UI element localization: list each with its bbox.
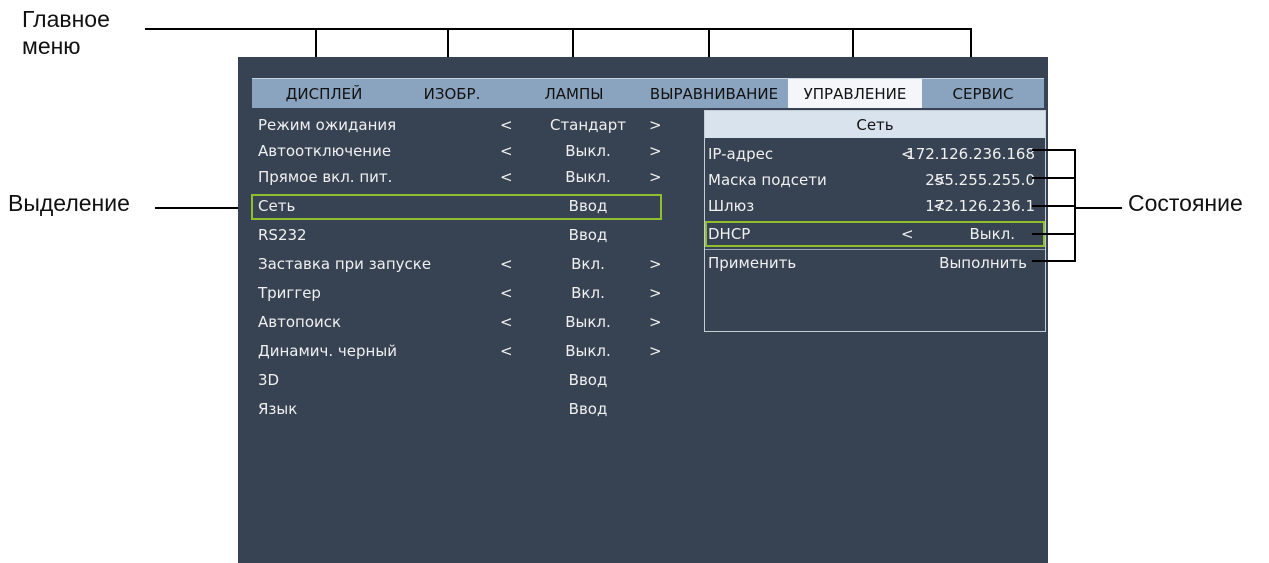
tab-service[interactable]: СЕРВИС	[922, 79, 1044, 108]
tab-image[interactable]: ИЗОБР.	[396, 79, 508, 108]
menu-item-rs232[interactable]: RS232 Ввод	[252, 223, 662, 249]
menu-item-trigger[interactable]: Триггер < Вкл. >	[252, 281, 662, 307]
menu-item-dynamic-black[interactable]: Динамич. черный < Выкл. >	[252, 339, 662, 365]
menu-item-value: Вкл.	[571, 255, 605, 273]
selection-callout: Выделение	[8, 190, 130, 216]
menu-item-label: RS232	[258, 226, 307, 244]
state-leader-tick	[1032, 205, 1076, 207]
submenu-item-label: DHCP	[708, 225, 751, 243]
submenu-item-dhcp[interactable]: DHCP < Выкл.	[705, 221, 1045, 247]
menu-item-label: Сеть	[258, 197, 296, 215]
menu-item-label: Динамич. черный	[258, 342, 397, 360]
menu-item-auto-search[interactable]: Автопоиск < Выкл. >	[252, 310, 662, 336]
menu-item-label: Прямое вкл. пит.	[258, 168, 393, 186]
main-menu-callout: Главное меню	[22, 6, 110, 60]
submenu-item-gateway[interactable]: Шлюз < 172.126.236.1	[705, 193, 1045, 219]
main-menu-tabs: ДИСПЛЕЙ ИЗОБР. ЛАМПЫ ВЫРАВНИВАНИЕ УПРАВЛ…	[252, 78, 1044, 108]
menu-item-value: Ввод	[568, 226, 608, 244]
menu-item-value: Выкл.	[565, 313, 611, 331]
state-leader-tick	[1032, 233, 1076, 235]
submenu-item-label: Маска подсети	[708, 171, 827, 189]
menu-item-value: Вкл.	[571, 284, 605, 302]
right-arrow-icon[interactable]: >	[649, 142, 662, 160]
menu-item-auto-off[interactable]: Автоотключение < Выкл. >	[252, 139, 662, 165]
tab-control[interactable]: УПРАВЛЕНИЕ	[788, 79, 922, 108]
submenu-item-value: 172.126.236.1	[925, 197, 1035, 215]
state-leader-tick	[1032, 177, 1076, 179]
left-arrow-icon[interactable]: <	[500, 255, 513, 273]
left-arrow-icon[interactable]: <	[500, 142, 513, 160]
submenu-item-label: IP-адрес	[708, 145, 774, 163]
tab-lamps[interactable]: ЛАМПЫ	[508, 79, 640, 108]
menu-item-standby-mode[interactable]: Режим ожидания < Стандарт >	[252, 113, 662, 139]
menu-item-language[interactable]: Язык Ввод	[252, 397, 662, 423]
menu-item-label: Язык	[258, 400, 298, 418]
left-arrow-icon[interactable]: <	[500, 116, 513, 134]
submenu-item-value: Выкл.	[969, 225, 1015, 243]
menu-item-label: Автоотключение	[258, 142, 392, 160]
submenu-title: Сеть	[705, 111, 1045, 138]
menu-item-value: Ввод	[568, 197, 608, 215]
menu-item-network[interactable]: Сеть Ввод	[251, 194, 662, 220]
menu-item-3d[interactable]: 3D Ввод	[252, 368, 662, 394]
main-menu-leader-horizontal	[145, 28, 972, 30]
menu-item-value: Ввод	[568, 400, 608, 418]
menu-item-label: Автопоиск	[258, 313, 342, 331]
menu-item-value: Выкл.	[565, 342, 611, 360]
right-arrow-icon[interactable]: >	[649, 255, 662, 273]
tab-display[interactable]: ДИСПЛЕЙ	[252, 79, 396, 108]
right-arrow-icon[interactable]: >	[649, 168, 662, 186]
right-arrow-icon[interactable]: >	[649, 284, 662, 302]
submenu-item-label: Шлюз	[708, 197, 755, 215]
menu-item-label: Режим ожидания	[258, 116, 397, 134]
selection-leader	[155, 207, 251, 209]
menu-item-startup-screen[interactable]: Заставка при запуске < Вкл. >	[252, 252, 662, 278]
submenu-item-value: 255.255.255.0	[925, 171, 1035, 189]
menu-item-label: 3D	[258, 371, 280, 389]
right-arrow-icon[interactable]: >	[649, 342, 662, 360]
menu-item-label: Заставка при запуске	[258, 255, 432, 273]
main-menu-callout-line2: меню	[22, 33, 81, 59]
menu-item-direct-power-on[interactable]: Прямое вкл. пит. < Выкл. >	[252, 165, 662, 191]
submenu-item-subnet-mask[interactable]: Маска подсети < 255.255.255.0	[705, 167, 1045, 193]
state-leader-tick	[1032, 260, 1076, 262]
menu-item-value: Выкл.	[565, 142, 611, 160]
osd-menu: ДИСПЛЕЙ ИЗОБР. ЛАМПЫ ВЫРАВНИВАНИЕ УПРАВЛ…	[238, 57, 1048, 563]
menu-item-value: Выкл.	[565, 168, 611, 186]
submenu-item-value: 172.126.236.168	[906, 145, 1035, 163]
main-menu-callout-line1: Главное	[22, 6, 110, 32]
left-arrow-icon[interactable]: <	[500, 342, 513, 360]
right-arrow-icon[interactable]: >	[649, 313, 662, 331]
left-arrow-icon[interactable]: <	[500, 284, 513, 302]
state-callout: Состояние	[1128, 190, 1243, 216]
state-leader	[1076, 207, 1122, 209]
tab-alignment[interactable]: ВЫРАВНИВАНИЕ	[640, 79, 788, 108]
menu-item-value: Ввод	[568, 371, 608, 389]
left-arrow-icon[interactable]: <	[500, 168, 513, 186]
menu-item-label: Триггер	[258, 284, 321, 302]
state-leader-tick	[1032, 149, 1076, 151]
network-submenu: Сеть IP-адрес < 172.126.236.168 Маска по…	[704, 110, 1046, 332]
left-arrow-icon[interactable]: <	[901, 225, 914, 243]
left-arrow-icon[interactable]: <	[500, 313, 513, 331]
submenu-item-ip-address[interactable]: IP-адрес < 172.126.236.168	[705, 141, 1045, 167]
right-arrow-icon[interactable]: >	[649, 116, 662, 134]
submenu-item-label: Применить	[708, 254, 797, 272]
menu-item-value: Стандарт	[549, 116, 627, 134]
submenu-item-apply[interactable]: Применить Выполнить	[705, 250, 1045, 276]
submenu-item-value: Выполнить	[939, 254, 1027, 272]
